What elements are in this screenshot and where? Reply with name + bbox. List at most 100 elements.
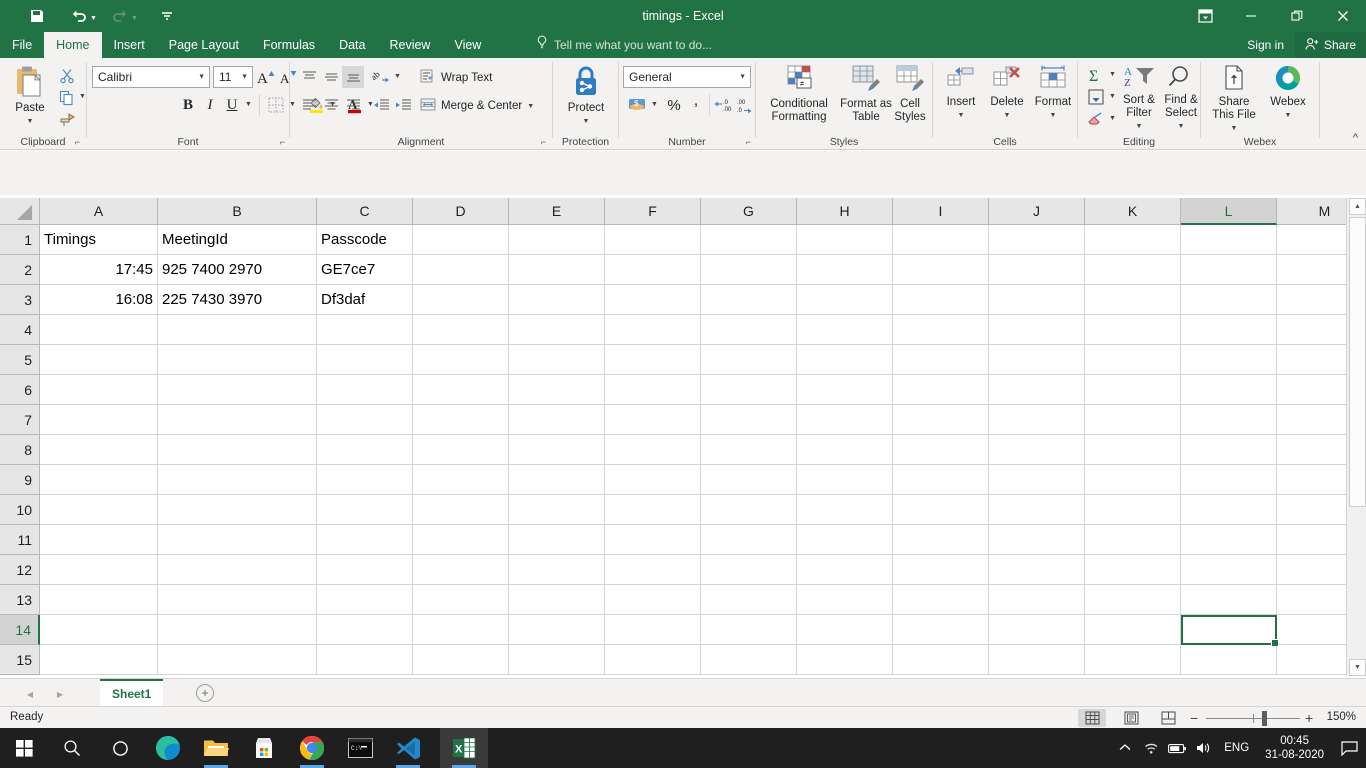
zoom-level-label[interactable]: 150% [1327,711,1356,723]
edge-icon[interactable] [144,728,192,768]
cell-I8[interactable] [893,435,989,465]
column-header-j[interactable]: J [989,198,1085,225]
cell-A10[interactable] [40,495,158,525]
wrap-text-button[interactable]: Wrap Text [420,69,492,87]
zoom-in-button[interactable]: + [1305,710,1313,726]
column-header-i[interactable]: I [893,198,989,225]
excel-icon[interactable]: X [440,728,488,768]
delete-cells-button[interactable]: Delete ▼ [985,64,1029,122]
cell-styles-button[interactable]: Cell Styles [890,64,930,124]
cell-D4[interactable] [413,315,509,345]
cell-A15[interactable] [40,645,158,675]
cell-B14[interactable] [158,615,317,645]
zoom-slider-thumb[interactable] [1262,711,1267,726]
cell-F10[interactable] [605,495,701,525]
cell-F2[interactable] [605,255,701,285]
cell-J8[interactable] [989,435,1085,465]
clipboard-dialog-launcher[interactable]: ⌐ [75,137,80,147]
underline-dropdown-icon[interactable]: ▼ [245,101,252,108]
cell-K6[interactable] [1085,375,1181,405]
cell-A12[interactable] [40,555,158,585]
cell-D8[interactable] [413,435,509,465]
cell-H7[interactable] [797,405,893,435]
cell-F8[interactable] [605,435,701,465]
number-dialog-launcher[interactable]: ⌐ [746,137,751,147]
bold-button[interactable]: B [177,94,199,116]
row-header-6[interactable]: 6 [0,375,40,405]
cell-D3[interactable] [413,285,509,315]
cell-E12[interactable] [509,555,605,585]
close-icon[interactable] [1320,0,1366,32]
cell-A1[interactable]: Timings [40,225,158,255]
cell-I14[interactable] [893,615,989,645]
column-header-c[interactable]: C [317,198,413,225]
tab-insert[interactable]: Insert [102,32,157,58]
cell-E9[interactable] [509,465,605,495]
cell-I13[interactable] [893,585,989,615]
cell-K13[interactable] [1085,585,1181,615]
cell-I1[interactable] [893,225,989,255]
cell-F12[interactable] [605,555,701,585]
task-view-icon[interactable] [96,728,144,768]
cell-I15[interactable] [893,645,989,675]
copy-dropdown-icon[interactable]: ▼ [79,93,86,100]
cell-B10[interactable] [158,495,317,525]
cell-C11[interactable] [317,525,413,555]
cell-B4[interactable] [158,315,317,345]
row-header-9[interactable]: 9 [0,465,40,495]
decrease-decimal-button[interactable]: .00.0 [735,94,757,116]
cell-F15[interactable] [605,645,701,675]
cell-G10[interactable] [701,495,797,525]
cell-H4[interactable] [797,315,893,345]
search-icon[interactable] [48,728,96,768]
tell-me-search[interactable]: Tell me what you want to do... [536,32,712,58]
align-top-button[interactable] [298,66,320,88]
cell-J15[interactable] [989,645,1085,675]
cell-D13[interactable] [413,585,509,615]
cell-H13[interactable] [797,585,893,615]
cell-K11[interactable] [1085,525,1181,555]
cell-K1[interactable] [1085,225,1181,255]
format-cells-button[interactable]: Format ▼ [1031,64,1075,122]
row-header-7[interactable]: 7 [0,405,40,435]
file-explorer-icon[interactable] [192,728,240,768]
cell-B5[interactable] [158,345,317,375]
vertical-scroll-thumb[interactable] [1349,217,1366,507]
cell-B15[interactable] [158,645,317,675]
cell-F4[interactable] [605,315,701,345]
previous-sheet-icon[interactable]: ◀ [22,686,38,702]
cell-K10[interactable] [1085,495,1181,525]
cell-G8[interactable] [701,435,797,465]
cell-G15[interactable] [701,645,797,675]
cell-C10[interactable] [317,495,413,525]
cell-K12[interactable] [1085,555,1181,585]
cell-H8[interactable] [797,435,893,465]
format-painter-button[interactable] [56,110,78,130]
find-select-button[interactable]: Find & Select ▼ [1160,64,1202,133]
cell-D11[interactable] [413,525,509,555]
cell-F13[interactable] [605,585,701,615]
cell-B7[interactable] [158,405,317,435]
next-sheet-icon[interactable]: ▶ [52,686,68,702]
cell-I11[interactable] [893,525,989,555]
cell-L9[interactable] [1181,465,1277,495]
cell-F11[interactable] [605,525,701,555]
cell-A3[interactable]: 16:08 [40,285,158,315]
font-size-dropdown-icon[interactable]: ▼ [241,74,248,81]
cell-F1[interactable] [605,225,701,255]
cell-D9[interactable] [413,465,509,495]
cell-C8[interactable] [317,435,413,465]
cell-H12[interactable] [797,555,893,585]
cell-J7[interactable] [989,405,1085,435]
cell-A9[interactable] [40,465,158,495]
cell-F3[interactable] [605,285,701,315]
chrome-icon[interactable] [288,728,336,768]
cell-D7[interactable] [413,405,509,435]
cell-F14[interactable] [605,615,701,645]
cell-L13[interactable] [1181,585,1277,615]
cell-L4[interactable] [1181,315,1277,345]
cell-G14[interactable] [701,615,797,645]
italic-button[interactable]: I [199,94,221,116]
cell-H3[interactable] [797,285,893,315]
comma-format-button[interactable]: , [685,90,707,112]
